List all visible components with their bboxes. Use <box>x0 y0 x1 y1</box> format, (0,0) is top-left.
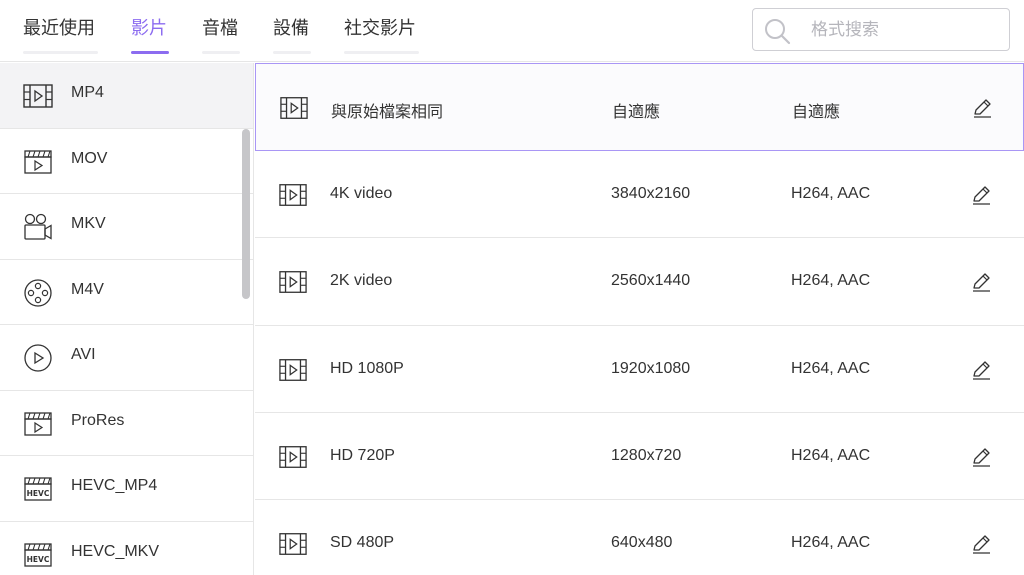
svg-text:HEVC: HEVC <box>27 555 50 564</box>
film-icon <box>280 97 308 119</box>
sidebar-item-hevc-mkv[interactable]: HEVC HEVC_MKV <box>0 522 253 575</box>
sidebar-item-m4v[interactable]: M4V <box>0 260 253 325</box>
preset-name: HD 1080P <box>330 359 404 377</box>
search-icon <box>765 19 791 45</box>
clapperboard-icon <box>24 411 52 436</box>
film-icon <box>23 84 53 108</box>
preset-name: SD 480P <box>330 534 395 552</box>
preset-resolution: 1920x1080 <box>611 359 691 377</box>
sidebar-item-label: AVI <box>71 346 96 363</box>
tab-underline <box>23 51 98 54</box>
film-icon <box>279 445 307 468</box>
tab-underline-active <box>131 51 169 54</box>
sidebar-item-avi[interactable]: AVI <box>0 325 253 391</box>
sidebar-item-label: HEVC_MKV <box>71 542 160 560</box>
sidebar-item-label: MP4 <box>71 84 104 101</box>
sidebar-item-hevc-mp4[interactable]: HEVC HEVC_MP4 <box>0 456 253 522</box>
edit-icon[interactable] <box>970 533 992 555</box>
preset-name: 2K video <box>330 272 393 290</box>
preset-resolution: 3840x2160 <box>611 185 691 202</box>
tab-audio-label: 音檔 <box>202 18 238 39</box>
edit-icon[interactable] <box>971 97 993 119</box>
preset-row-4k[interactable]: 4K video 3840x2160 H264, AAC <box>255 151 1024 239</box>
svg-text:HEVC: HEVC <box>27 489 50 498</box>
preset-row-sd-480p[interactable]: SD 480P 640x480 H264, AAC <box>255 500 1024 575</box>
tab-recent[interactable]: 最近使用 <box>23 16 98 54</box>
preset-name: 4K video <box>330 185 393 202</box>
preset-resolution: 1280x720 <box>611 446 682 464</box>
video-camera-icon <box>24 213 52 240</box>
tab-underline <box>202 51 240 54</box>
film-icon <box>279 358 307 381</box>
preset-resolution: 2560x1440 <box>611 272 691 290</box>
preset-name: 與原始檔案相同 <box>331 104 444 121</box>
tab-video[interactable]: 影片 <box>131 16 169 54</box>
tab-recent-label: 最近使用 <box>23 18 95 39</box>
tab-video-label: 影片 <box>131 18 167 39</box>
play-circle-icon <box>24 344 52 372</box>
hevc-clapperboard-icon: HEVC <box>24 477 52 501</box>
sidebar-scrollbar[interactable] <box>242 129 250 299</box>
film-icon <box>279 271 307 294</box>
preset-list: 與原始檔案相同 自適應 自適應 4K video 3840x2160 H264,… <box>255 63 1024 575</box>
edit-icon[interactable] <box>970 271 992 293</box>
tab-audio[interactable]: 音檔 <box>202 16 240 54</box>
format-tab-bar: 最近使用 影片 音檔 設備 社交影片 <box>0 0 1024 62</box>
preset-name: HD 720P <box>330 446 395 464</box>
sidebar-item-mov[interactable]: MOV <box>0 129 253 194</box>
sidebar-item-label: MOV <box>71 149 108 167</box>
preset-codec: 自適應 <box>792 104 841 121</box>
tab-device-label: 設備 <box>273 18 309 39</box>
clapperboard-icon <box>24 149 52 174</box>
format-search-box[interactable] <box>752 8 1010 51</box>
film-reel-icon <box>24 278 52 307</box>
preset-resolution: 自適應 <box>612 104 661 121</box>
preset-row-hd-720p[interactable]: HD 720P 1280x720 H264, AAC <box>255 413 1024 501</box>
format-sidebar: MP4 MOV MKV M4V AVI ProRes HEVC HEVC_MP4… <box>0 63 254 575</box>
sidebar-item-label: MKV <box>71 215 106 232</box>
sidebar-item-prores[interactable]: ProRes <box>0 391 253 456</box>
preset-codec: H264, AAC <box>791 359 871 377</box>
sidebar-item-mkv[interactable]: MKV <box>0 194 253 260</box>
sidebar-item-label: ProRes <box>71 411 125 429</box>
preset-row-same-as-source[interactable]: 與原始檔案相同 自適應 自適應 <box>255 63 1024 151</box>
tab-underline <box>273 51 311 54</box>
preset-codec: H264, AAC <box>791 446 871 464</box>
film-icon <box>279 184 307 206</box>
tab-social-video[interactable]: 社交影片 <box>344 16 419 54</box>
sidebar-item-label: HEVC_MP4 <box>71 477 158 494</box>
edit-icon[interactable] <box>970 446 992 468</box>
preset-resolution: 640x480 <box>611 534 673 552</box>
preset-codec: H264, AAC <box>791 272 871 290</box>
search-input[interactable] <box>811 9 1001 50</box>
preset-codec: H264, AAC <box>791 185 871 202</box>
sidebar-item-label: M4V <box>71 280 104 298</box>
film-icon <box>279 533 307 556</box>
preset-row-hd-1080p[interactable]: HD 1080P 1920x1080 H264, AAC <box>255 326 1024 413</box>
edit-icon[interactable] <box>970 184 992 206</box>
tab-device[interactable]: 設備 <box>273 16 311 54</box>
sidebar-item-mp4[interactable]: MP4 <box>0 63 253 129</box>
tab-underline <box>344 51 419 54</box>
preset-codec: H264, AAC <box>791 534 871 552</box>
edit-icon[interactable] <box>970 359 992 381</box>
hevc-clapperboard-icon: HEVC <box>24 542 52 567</box>
tab-social-video-label: 社交影片 <box>344 18 416 39</box>
preset-row-2k[interactable]: 2K video 2560x1440 H264, AAC <box>255 238 1024 326</box>
